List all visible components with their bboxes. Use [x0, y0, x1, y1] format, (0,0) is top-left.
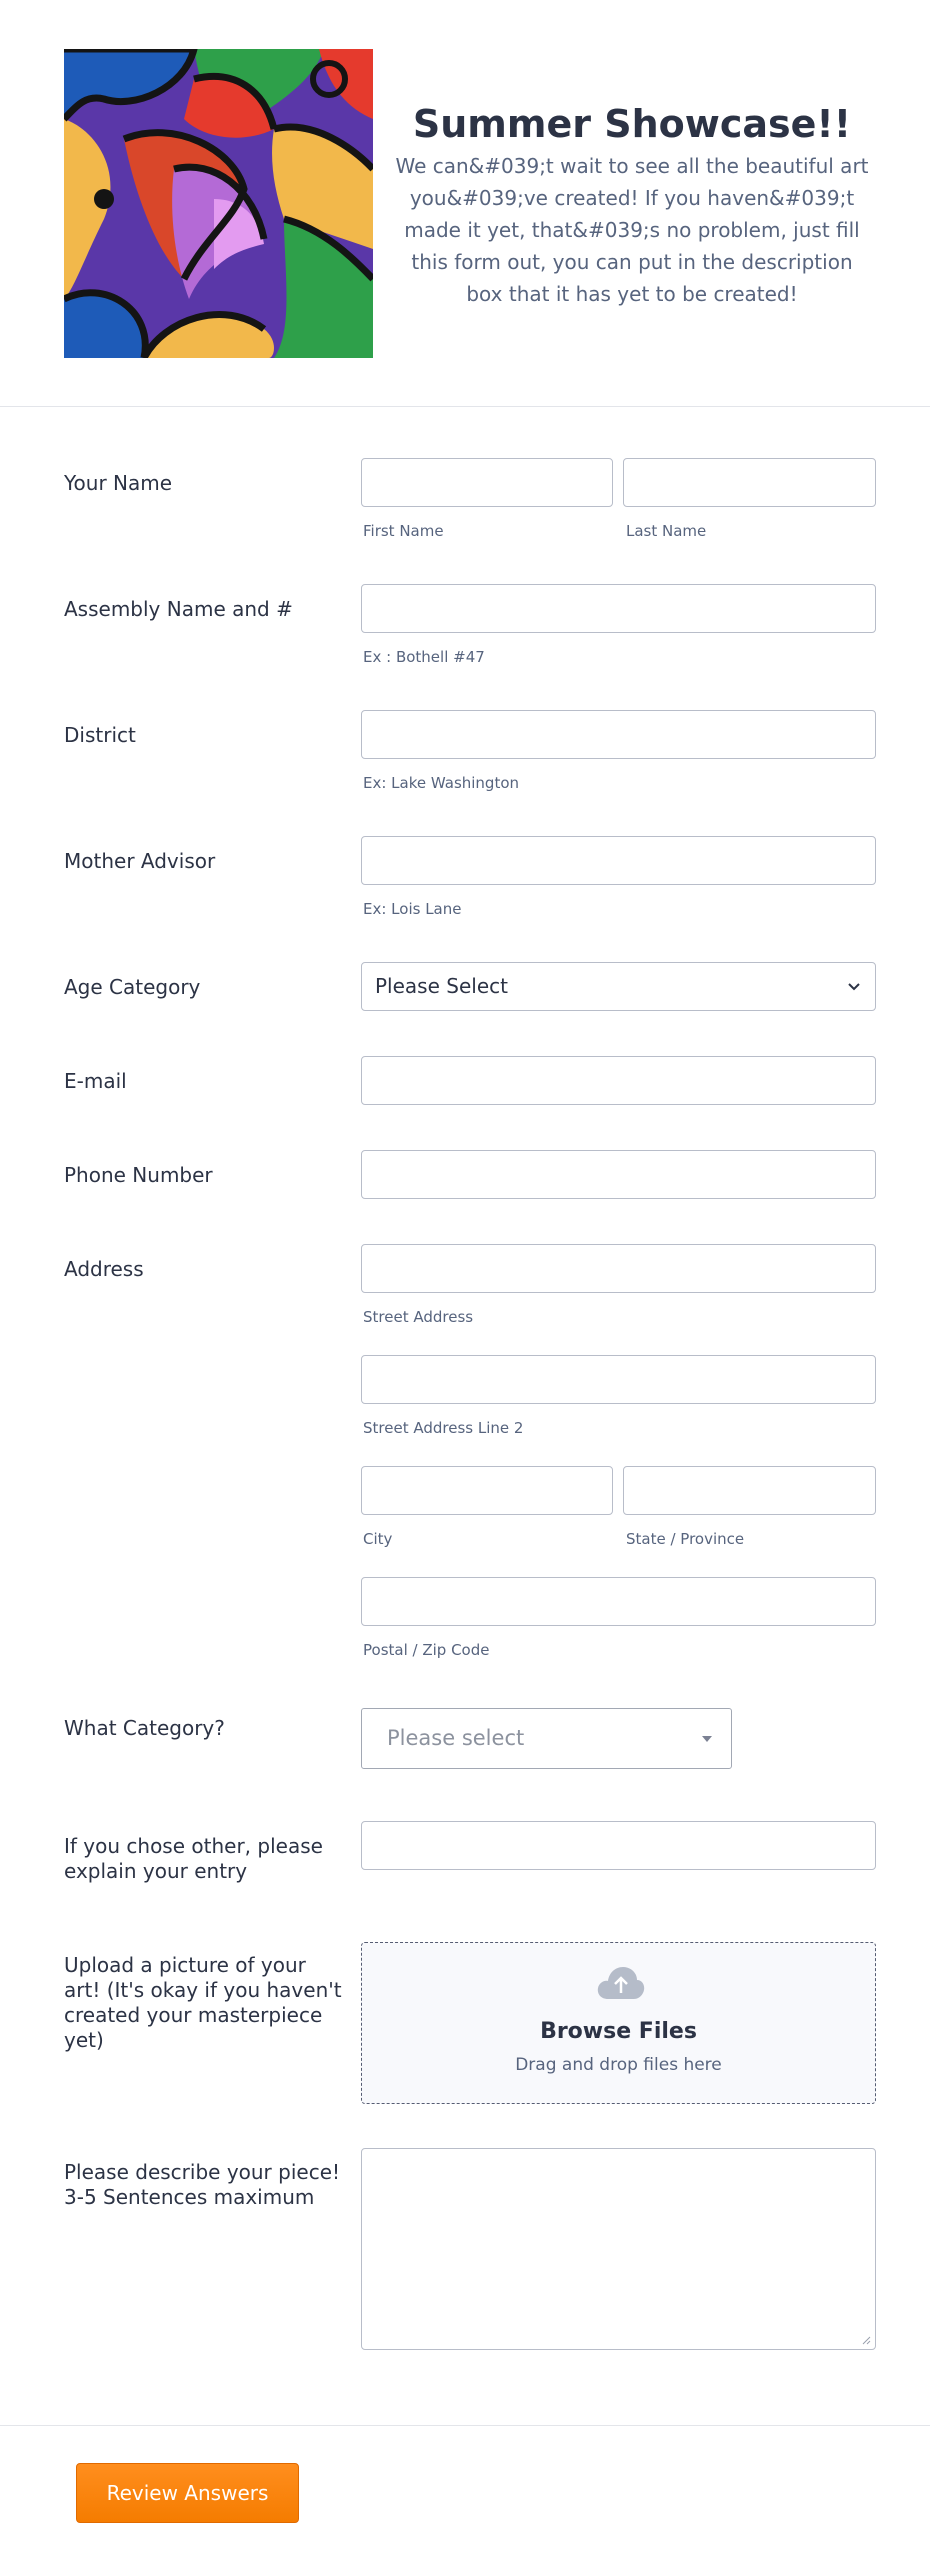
street-address-sublabel: Street Address — [363, 1308, 474, 1326]
cloud-upload-icon — [597, 1967, 645, 1999]
first-name-sublabel: First Name — [363, 522, 444, 540]
caret-down-icon — [702, 1736, 712, 1742]
last-name-input[interactable] — [623, 458, 876, 507]
browse-files-button[interactable]: Browse Files — [362, 2019, 875, 2044]
category-value: Please select — [387, 1726, 525, 1750]
street-address-input[interactable] — [361, 1244, 876, 1293]
page-description: We can&#039;t wait to see all the beauti… — [395, 154, 869, 306]
district-label: District — [64, 723, 136, 747]
form-footer: Review Answers — [0, 2425, 930, 2574]
district-sublabel: Ex: Lake Washington — [363, 774, 520, 792]
category-select[interactable]: Please select — [361, 1708, 732, 1769]
city-input[interactable] — [361, 1466, 613, 1515]
header-text-block: Summer Showcase!! We can&#039;t wait to … — [393, 98, 871, 310]
advisor-label: Mother Advisor — [64, 849, 216, 873]
first-name-input[interactable] — [361, 458, 613, 507]
header-artwork-image — [64, 49, 373, 358]
resize-handle-icon[interactable] — [861, 2335, 871, 2345]
state-sublabel: State / Province — [626, 1530, 745, 1548]
upload-label: Upload a picture of your art! (It's okay… — [64, 1953, 342, 2052]
chevron-down-icon — [848, 983, 860, 991]
advisor-input[interactable] — [361, 836, 876, 885]
age-category-value: Please Select — [375, 974, 508, 998]
zip-input[interactable] — [361, 1577, 876, 1626]
review-answers-button[interactable]: Review Answers — [76, 2463, 299, 2523]
name-label: Your Name — [64, 471, 173, 495]
drag-drop-hint: Drag and drop files here — [515, 2055, 722, 2075]
address-label: Address — [64, 1257, 144, 1281]
advisor-sublabel: Ex: Lois Lane — [363, 900, 462, 918]
phone-label: Phone Number — [64, 1163, 213, 1187]
describe-label: Please describe your piece! 3-5 Sentence… — [64, 2160, 341, 2209]
phone-input[interactable] — [361, 1150, 876, 1199]
state-input[interactable] — [623, 1466, 876, 1515]
assembly-label: Assembly Name and # — [64, 597, 293, 621]
zip-sublabel: Postal / Zip Code — [363, 1641, 490, 1659]
assembly-sublabel: Ex : Bothell #47 — [363, 648, 485, 666]
other-label: If you chose other, please explain your … — [64, 1834, 323, 1883]
description-textarea[interactable] — [361, 2148, 876, 2350]
city-sublabel: City — [363, 1530, 393, 1548]
other-input[interactable] — [361, 1821, 876, 1870]
page-title: Summer Showcase!! — [412, 102, 852, 146]
street-address-line2-input[interactable] — [361, 1355, 876, 1404]
last-name-sublabel: Last Name — [626, 522, 707, 540]
street-address-line2-sublabel: Street Address Line 2 — [363, 1419, 524, 1437]
district-input[interactable] — [361, 710, 876, 759]
assembly-input[interactable] — [361, 584, 876, 633]
category-label: What Category? — [64, 1716, 225, 1740]
file-upload-dropzone[interactable]: Browse Files Drag and drop files here — [361, 1942, 876, 2104]
email-input[interactable] — [361, 1056, 876, 1105]
age-category-select[interactable]: Please Select — [361, 962, 876, 1011]
age-category-label: Age Category — [64, 975, 201, 999]
email-label: E-mail — [64, 1069, 127, 1093]
form-header: Summer Showcase!! We can&#039;t wait to … — [0, 0, 930, 407]
